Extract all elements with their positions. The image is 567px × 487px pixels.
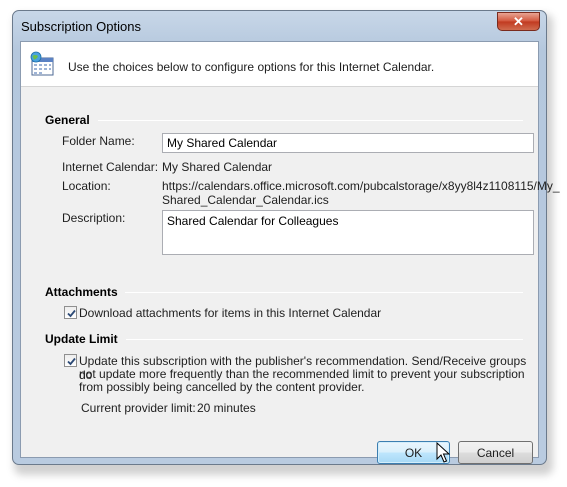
- provider-limit-value: 20 minutes: [197, 401, 256, 415]
- location-value-line2: Shared_Calendar_Calendar.ics: [162, 193, 329, 207]
- dialog-title: Subscription Options: [21, 19, 141, 34]
- attachments-heading: Attachments: [45, 285, 118, 299]
- title-bar[interactable]: Subscription Options ✕: [13, 11, 546, 41]
- description-textarea[interactable]: Shared Calendar for Colleagues: [162, 210, 534, 255]
- update-limit-line2[interactable]: not update more frequently than the reco…: [79, 367, 525, 381]
- subscription-options-dialog: Subscription Options ✕ Use the choices b…: [12, 10, 560, 465]
- internet-calendar-icon: [30, 51, 54, 76]
- dialog-body: Use the choices below to configure optio…: [20, 41, 560, 464]
- location-label: Location:: [62, 179, 111, 193]
- general-heading: General: [45, 113, 90, 127]
- folder-name-input[interactable]: [162, 133, 534, 153]
- cancel-label: Cancel: [476, 445, 515, 460]
- info-banner: Use the choices below to configure optio…: [21, 42, 538, 87]
- general-separator: [98, 120, 523, 121]
- description-label: Description:: [62, 211, 126, 225]
- close-icon: ✕: [513, 13, 524, 29]
- folder-name-label: Folder Name:: [62, 134, 135, 148]
- update-limit-separator: [126, 339, 523, 340]
- ok-label: OK: [404, 445, 423, 460]
- update-limit-line3[interactable]: from possibly being cancelled by the con…: [79, 380, 365, 394]
- close-button[interactable]: ✕: [497, 12, 540, 31]
- internet-calendar-label: Internet Calendar:: [62, 160, 159, 174]
- checkmark-icon: [67, 309, 76, 318]
- checkmark-icon: [67, 357, 76, 366]
- banner-text: Use the choices below to configure optio…: [68, 60, 435, 74]
- description-text: Shared Calendar for Colleagues: [167, 214, 339, 228]
- mouse-pointer-icon: [436, 442, 450, 463]
- provider-limit-label: Current provider limit:: [81, 401, 196, 415]
- location-value-line1: https://calendars.office.microsoft.com/p…: [162, 179, 560, 193]
- download-attachments-checkbox[interactable]: [64, 306, 77, 319]
- update-limit-heading: Update Limit: [45, 332, 118, 346]
- cancel-button[interactable]: Cancel: [458, 441, 533, 464]
- update-limit-checkbox[interactable]: [64, 354, 77, 367]
- internet-calendar-value: My Shared Calendar: [162, 160, 273, 174]
- download-attachments-label[interactable]: Download attachments for items in this I…: [79, 306, 381, 320]
- attachments-separator: [125, 292, 523, 293]
